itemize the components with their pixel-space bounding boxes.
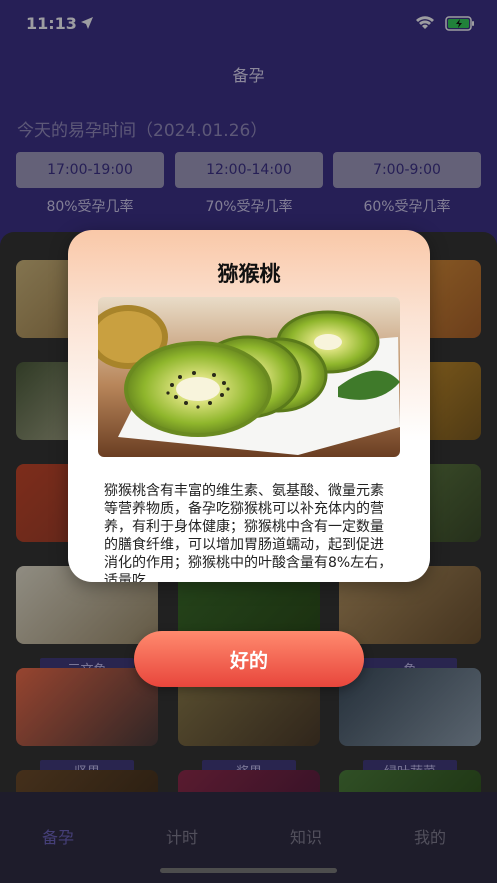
kiwi-image	[98, 297, 400, 457]
modal-title: 猕猴桃	[217, 262, 281, 286]
food-detail-modal: 猕猴桃 猕猴桃含有丰富的维生素、氨基酸、微量元素等营养物质，备孕吃猕猴桃可以补充…	[68, 230, 430, 582]
modal-description: 猕猴桃含有丰富的维生素、氨基酸、微量元素等营养物质，备孕吃猕猴桃可以补充体内的营…	[104, 483, 393, 582]
ok-button[interactable]: 好的	[134, 631, 364, 687]
